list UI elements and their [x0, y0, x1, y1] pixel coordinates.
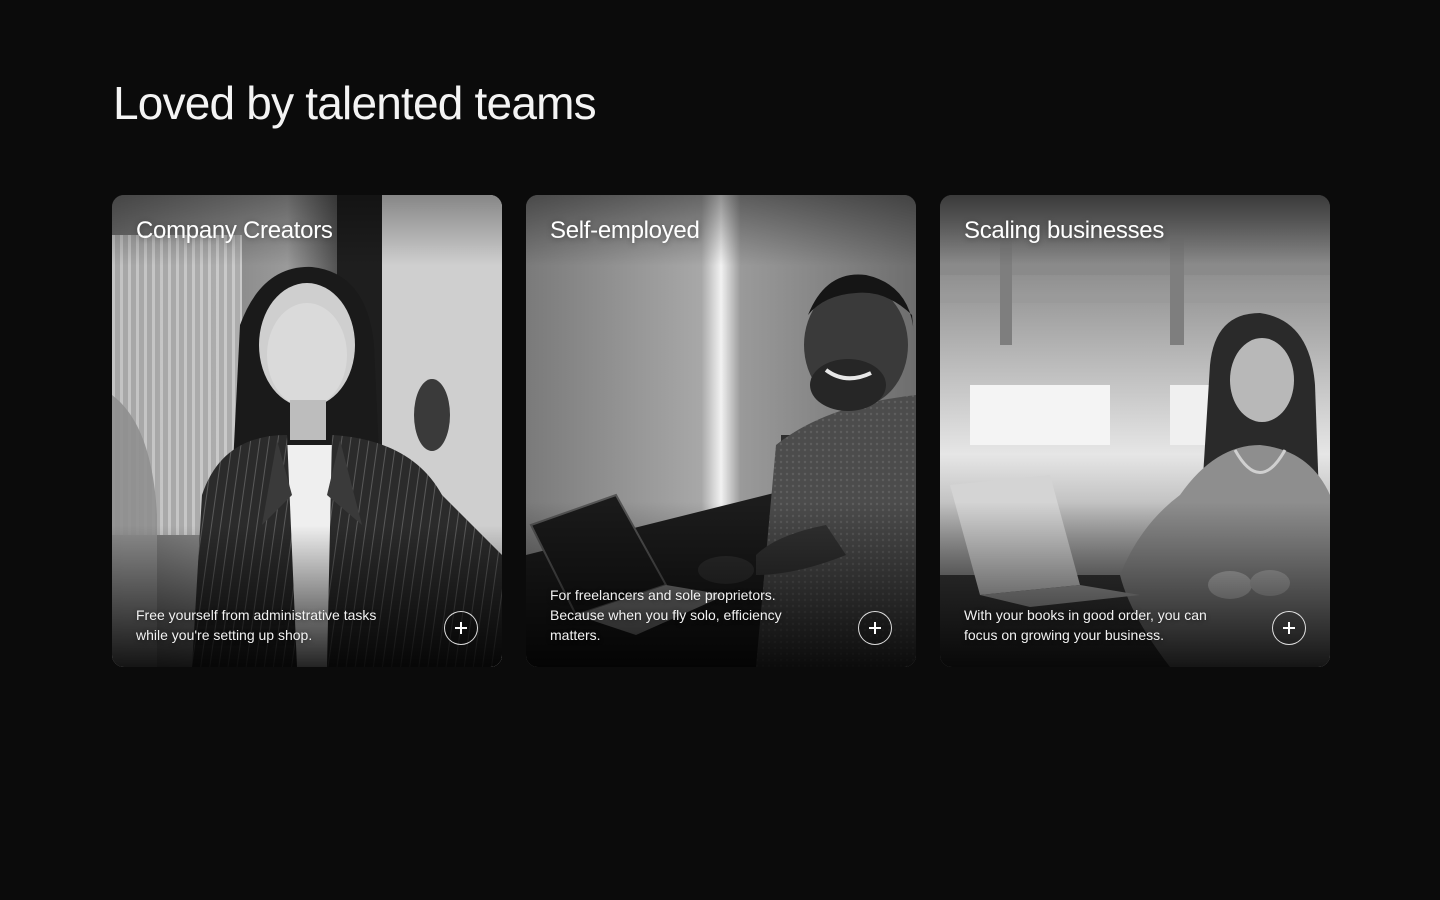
- card-company-creators[interactable]: Company Creators Free yourself from admi…: [112, 195, 502, 667]
- woman-in-pinstripe-blazer-photo: [112, 195, 502, 667]
- card-title: Company Creators: [136, 217, 333, 244]
- card-description: For freelancers and sole proprietors. Be…: [550, 587, 782, 643]
- card-self-employed[interactable]: Self-employed For freelancers and sole p…: [526, 195, 916, 667]
- section-heading: Loved by talented teams: [113, 77, 597, 129]
- expand-button[interactable]: [444, 611, 478, 645]
- card-title: Self-employed: [550, 217, 700, 244]
- card-description: With your books in good order, you can f…: [964, 607, 1207, 643]
- card-scaling-businesses[interactable]: Scaling businesses With your books in go…: [940, 195, 1330, 667]
- page: Loved by talented teams Company Creators…: [0, 0, 1440, 900]
- card-title: Scaling businesses: [964, 217, 1165, 244]
- expand-button[interactable]: [858, 611, 892, 645]
- plus-icon: [869, 622, 881, 634]
- card-description: Free yourself from administrative tasks …: [136, 607, 377, 643]
- audience-cards: Company Creators Free yourself from admi…: [112, 195, 1330, 667]
- expand-button[interactable]: [1272, 611, 1306, 645]
- woman-in-open-office-photo: [940, 195, 1330, 667]
- plus-icon: [1283, 622, 1295, 634]
- plus-icon: [455, 622, 467, 634]
